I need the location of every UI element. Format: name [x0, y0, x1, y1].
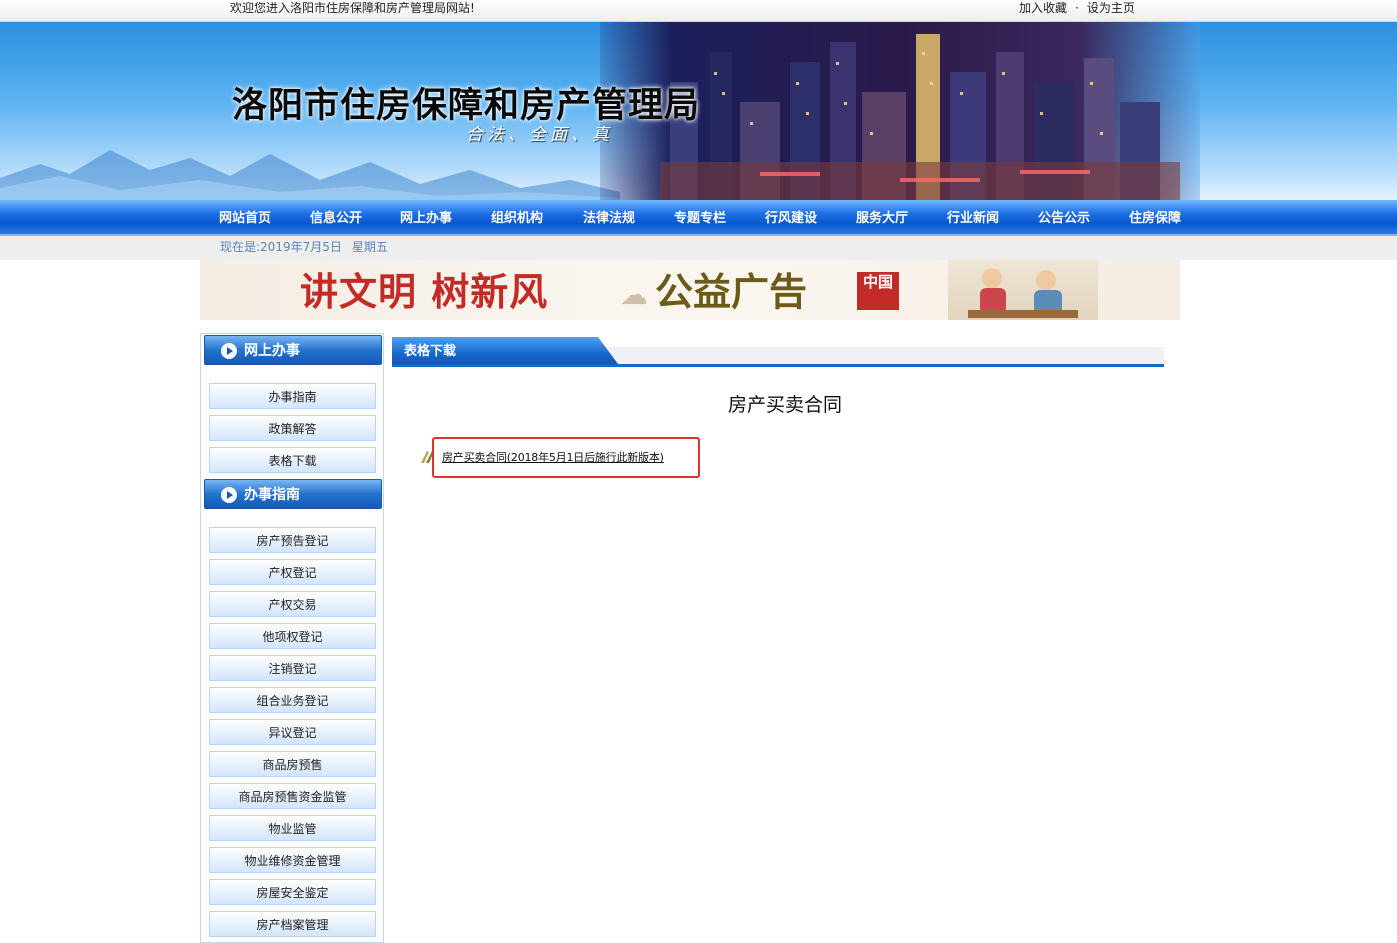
date-bar: 现在是:2019年7月5日 星期五 — [0, 236, 1397, 260]
sidebar-item-pre-registration[interactable]: 房产预告登记 — [209, 527, 376, 553]
sidebar: 网上办事 办事指南 政策解答 表格下载 办事指南 房产预告登记 产权登记 产权交… — [200, 333, 384, 943]
nav-item-laws[interactable]: 法律法规 — [583, 200, 635, 238]
sidebar-item-cancellation[interactable]: 注销登记 — [209, 655, 376, 681]
sidebar-item-title-transaction[interactable]: 产权交易 — [209, 591, 376, 617]
date-text: 现在是:2019年7月5日 — [220, 240, 342, 254]
sidebar-heading-label: 网上办事 — [244, 343, 300, 359]
sidebar-item-form-download[interactable]: 表格下载 — [209, 447, 376, 473]
nav-item-industry-news[interactable]: 行业新闻 — [947, 200, 999, 238]
nav-item-home[interactable]: 网站首页 — [219, 200, 271, 238]
welcome-text: 欢迎您进入洛阳市住房保障和房产管理局网站! — [230, 1, 475, 15]
content-tab-bar: 表格下载 — [392, 337, 1164, 367]
sidebar-item-safety-appraisal[interactable]: 房屋安全鉴定 — [209, 879, 376, 905]
sidebar-item-combined-business[interactable]: 组合业务登记 — [209, 687, 376, 713]
sidebar-item-presale-funds[interactable]: 商品房预售资金监管 — [209, 783, 376, 809]
sidebar-heading-label: 办事指南 — [244, 487, 300, 503]
nav-item-info-disclosure[interactable]: 信息公开 — [310, 200, 362, 238]
site-motto: 合法、全面、真 — [466, 125, 613, 145]
nav-item-housing-security[interactable]: 住房保障 — [1129, 200, 1181, 238]
nav-item-special-topics[interactable]: 专题专栏 — [674, 200, 726, 238]
nav-item-online-services[interactable]: 网上办事 — [400, 200, 452, 238]
sidebar-item-guide[interactable]: 办事指南 — [209, 383, 376, 409]
ad-illustration — [948, 260, 1098, 320]
sidebar-heading-guide[interactable]: 办事指南 — [204, 479, 382, 509]
sidebar-item-maintenance-funds[interactable]: 物业维修资金管理 — [209, 847, 376, 873]
sidebar-item-presale[interactable]: 商品房预售 — [209, 751, 376, 777]
sidebar-heading-online[interactable]: 网上办事 — [204, 335, 382, 365]
sidebar-item-title-registration[interactable]: 产权登记 — [209, 559, 376, 585]
china-seal: 中国 — [857, 272, 899, 310]
mountain-silhouette — [0, 150, 620, 200]
ad-slogan-gold: 公益广告 — [655, 269, 808, 314]
nav-item-conduct[interactable]: 行风建设 — [765, 200, 817, 238]
sidebar-item-policy-answers[interactable]: 政策解答 — [209, 415, 376, 441]
download-link-contract[interactable]: 房产买卖合同(2018年5月1日后施行此新版本) — [442, 449, 664, 465]
highlight-box: 房产买卖合同(2018年5月1日后施行此新版本) — [432, 437, 700, 478]
top-bar: 欢迎您进入洛阳市住房保障和房产管理局网站! 加入收藏 · 设为主页 — [0, 0, 1397, 22]
tab-strip — [592, 347, 1164, 364]
sidebar-item-property-supervision[interactable]: 物业监管 — [209, 815, 376, 841]
tab-underline — [392, 364, 1164, 367]
weekday-text: 星期五 — [351, 240, 388, 254]
add-bookmark-link[interactable]: 加入收藏 — [1019, 1, 1067, 15]
public-service-ad[interactable]: 讲文明 树新风 ☁ 公益广告 中国 — [200, 260, 1180, 320]
nav-item-organization[interactable]: 组织机构 — [491, 200, 543, 238]
play-arrow-icon — [221, 487, 237, 503]
tab-label: 表格下载 — [404, 344, 457, 359]
header-banner: 洛阳市住房保障和房产管理局 合法、全面、真 — [0, 22, 1397, 200]
separator-dot: · — [1075, 1, 1079, 15]
tab-form-download[interactable]: 表格下载 — [392, 337, 618, 364]
nav-item-announcements[interactable]: 公告公示 — [1038, 200, 1090, 238]
sidebar-item-other-rights[interactable]: 他项权登记 — [209, 623, 376, 649]
sidebar-item-objection[interactable]: 异议登记 — [209, 719, 376, 745]
set-homepage-link[interactable]: 设为主页 — [1087, 1, 1135, 15]
play-arrow-icon — [221, 343, 237, 359]
nav-item-service-hall[interactable]: 服务大厅 — [856, 200, 908, 238]
top-links: 加入收藏 · 设为主页 — [1019, 0, 1135, 16]
cloud-ornament-icon: ☁ — [620, 278, 648, 311]
sidebar-item-archives[interactable]: 房产档案管理 — [209, 911, 376, 937]
main-nav: 网站首页 信息公开 网上办事 组织机构 法律法规 专题专栏 行风建设 服务大厅 … — [0, 200, 1397, 236]
current-date: 现在是:2019年7月5日 星期五 — [220, 236, 398, 258]
ad-slogan-red: 讲文明 树新风 — [300, 269, 549, 314]
page-title: 房产买卖合同 — [727, 394, 842, 416]
